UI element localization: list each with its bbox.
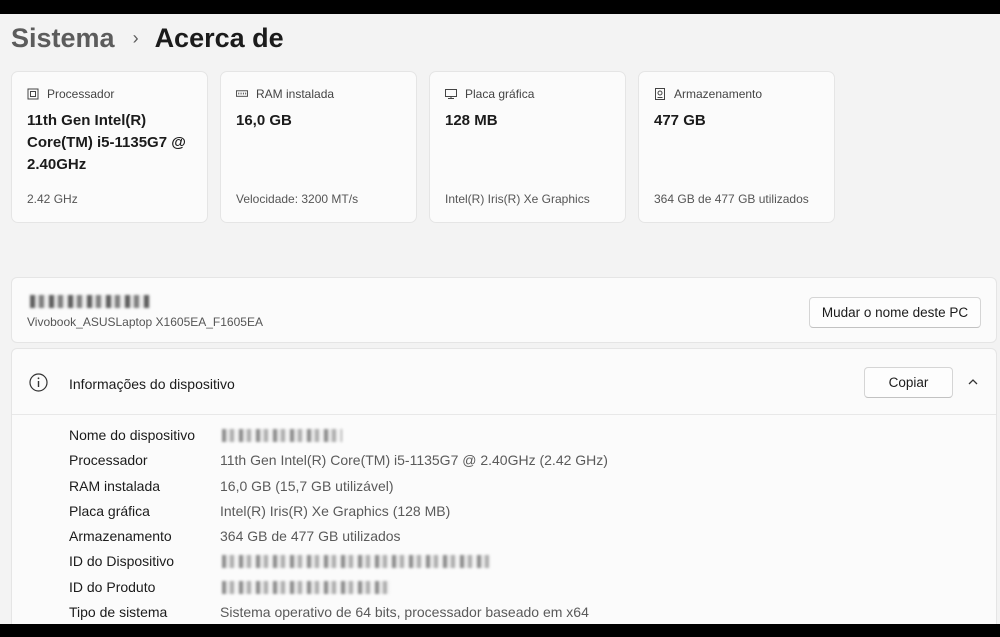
cpu-icon <box>27 88 39 100</box>
device-spec-list: Nome do dispositivo Processador 11th Gen… <box>69 427 969 624</box>
spec-label: ID do Dispositivo <box>69 553 175 570</box>
card-subtext: Intel(R) Iris(R) Xe Graphics <box>445 192 590 206</box>
card-ram: RAM instalada 16,0 GB Velocidade: 3200 M… <box>220 71 417 223</box>
card-value: 16,0 GB <box>236 112 292 129</box>
device-id-redacted <box>222 555 490 569</box>
device-name-redacted <box>222 429 342 442</box>
device-info-panel: Informações do dispositivo Copiar Nome d… <box>11 348 997 624</box>
card-subtext: 364 GB de 477 GB utilizados <box>654 192 809 206</box>
card-title: Placa gráfica <box>465 87 535 101</box>
spec-row-device-id: ID do Dispositivo <box>69 553 969 578</box>
card-title: Armazenamento <box>674 87 763 101</box>
device-info-title: Informações do dispositivo <box>69 376 235 392</box>
spec-row-storage: Armazenamento 364 GB de 477 GB utilizado… <box>69 528 969 553</box>
spec-value: Intel(R) Iris(R) Xe Graphics (128 MB) <box>220 502 451 519</box>
spec-row-device-name: Nome do dispositivo <box>69 427 969 452</box>
spec-value: 11th Gen Intel(R) Core(TM) i5-1135G7 @ 2… <box>220 452 608 469</box>
ram-icon <box>236 88 248 100</box>
pc-model: Vivobook_ASUSLaptop X1605EA_F1605EA <box>27 315 263 329</box>
storage-icon <box>654 88 666 100</box>
spec-row-system-type: Tipo de sistema Sistema operativo de 64 … <box>69 604 969 624</box>
card-subtext: Velocidade: 3200 MT/s <box>236 192 359 206</box>
chevron-up-icon[interactable] <box>967 375 979 387</box>
card-title: Processador <box>47 87 115 101</box>
spec-value: Sistema operativo de 64 bits, processado… <box>220 604 589 621</box>
card-value: 477 GB <box>654 112 706 129</box>
breadcrumb-parent[interactable]: Sistema <box>11 23 115 54</box>
pc-name-redacted <box>30 295 150 308</box>
chevron-right-icon: › <box>132 28 139 48</box>
spec-row-gpu: Placa gráfica Intel(R) Iris(R) Xe Graphi… <box>69 503 969 528</box>
spec-value: 16,0 GB (15,7 GB utilizável) <box>220 477 394 494</box>
spec-label: Armazenamento <box>69 528 172 545</box>
screen-border <box>0 624 1000 637</box>
rename-pc-button[interactable]: Mudar o nome deste PC <box>809 297 981 328</box>
breadcrumb: Sistema › Acerca de <box>11 20 284 56</box>
card-processor: Processador 11th Gen Intel(R) Core(TM) i… <box>11 71 208 223</box>
spec-label: Placa gráfica <box>69 502 150 519</box>
card-value: 11th Gen Intel(R) Core(TM) i5-1135G7 @ 2… <box>27 112 186 173</box>
copy-button[interactable]: Copiar <box>864 367 953 398</box>
spec-label: RAM instalada <box>69 477 161 494</box>
settings-window: Sistema › Acerca de Processador 11th Gen… <box>0 14 1000 624</box>
card-storage: Armazenamento 477 GB 364 GB de 477 GB ut… <box>638 71 835 223</box>
card-gpu: Placa gráfica 128 MB Intel(R) Iris(R) Xe… <box>429 71 626 223</box>
spec-label: ID do Produto <box>69 578 156 595</box>
spec-row-processor: Processador 11th Gen Intel(R) Core(TM) i… <box>69 452 969 477</box>
card-value: 128 MB <box>445 112 498 129</box>
card-title: RAM instalada <box>256 87 335 101</box>
spec-label: Nome do dispositivo <box>69 427 196 443</box>
spec-row-product-id: ID do Produto <box>69 579 969 604</box>
card-subtext: 2.42 GHz <box>27 192 78 206</box>
spec-row-ram: RAM instalada 16,0 GB (15,7 GB utilizáve… <box>69 478 969 503</box>
product-id-redacted <box>222 580 390 594</box>
gpu-icon <box>445 88 457 100</box>
spec-label: Processador <box>69 452 148 469</box>
spec-label: Tipo de sistema <box>69 604 168 621</box>
spec-value: 364 GB de 477 GB utilizados <box>220 528 401 545</box>
pc-name-panel: Vivobook_ASUSLaptop X1605EA_F1605EA Muda… <box>11 277 997 343</box>
page-title: Acerca de <box>154 22 284 53</box>
device-info-header[interactable]: Informações do dispositivo Copiar <box>12 349 996 415</box>
info-icon <box>29 373 48 392</box>
